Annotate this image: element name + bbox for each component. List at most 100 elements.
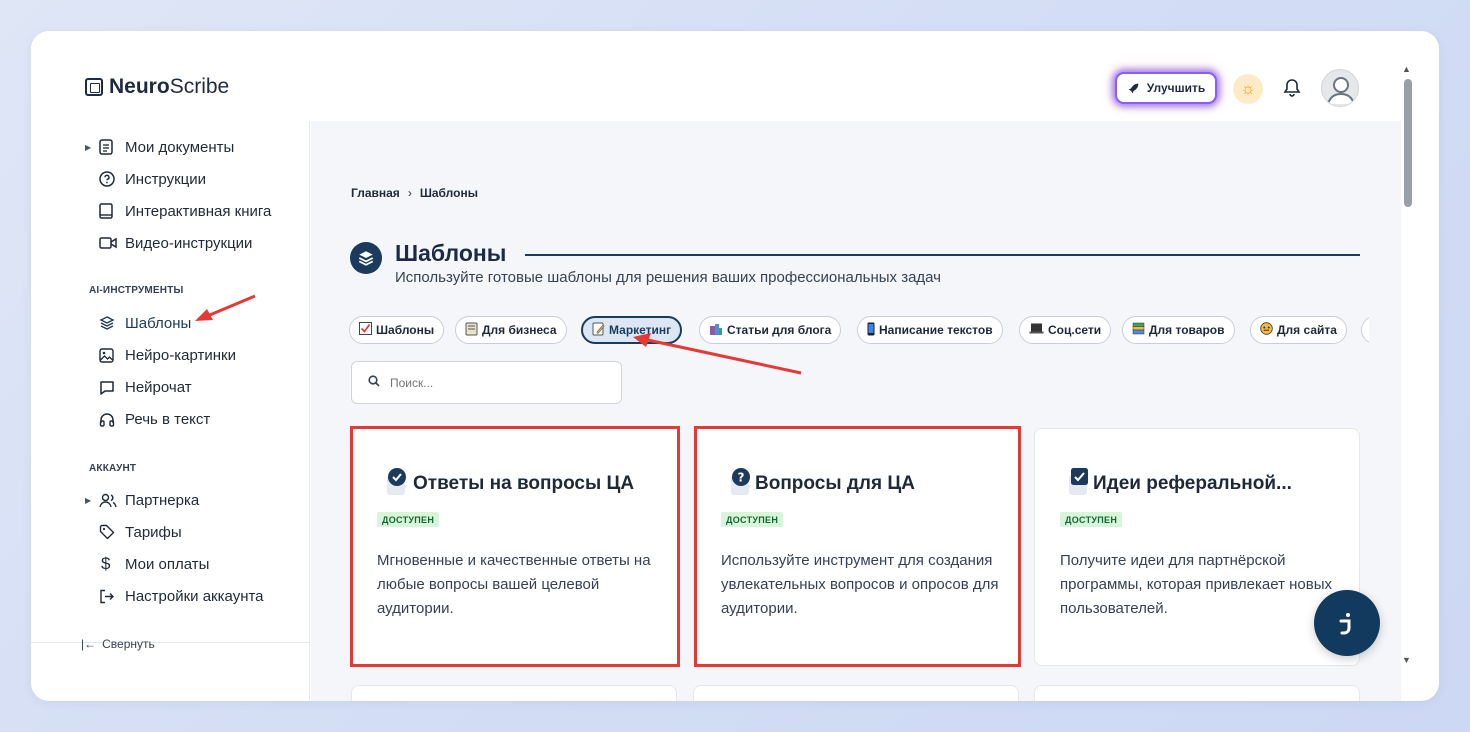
scroll-down-icon[interactable]: ▼: [1402, 655, 1411, 665]
chip-website[interactable]: Для сайта: [1250, 316, 1347, 344]
notifications-bell-icon[interactable]: [1279, 75, 1305, 101]
sidebar-item-label: Инструкции: [125, 170, 207, 188]
sidebar-item-partner[interactable]: ▶ Партнерка: [85, 488, 199, 512]
user-avatar[interactable]: [1321, 69, 1359, 107]
status-badge: ДОСТУПЕН: [1060, 512, 1123, 527]
check-badge-icon: [385, 467, 411, 495]
card-description: Используйте инструмент для создания увле…: [721, 552, 999, 617]
sidebar-item-label: Мои оплаты: [125, 555, 210, 573]
rocket-icon: [1128, 83, 1139, 93]
breadcrumb-home[interactable]: Главная: [351, 186, 400, 200]
top-bar: NeuroScribe Улучшить ☼: [31, 31, 1439, 121]
template-card[interactable]: Ответы на вопросы ЦА ДОСТУПЕН Мгновенные…: [350, 426, 680, 667]
sidebar-item-my-payments[interactable]: $ Мои оплаты: [97, 552, 209, 576]
logo[interactable]: NeuroScribe: [85, 75, 229, 99]
video-icon: [97, 233, 125, 253]
template-card[interactable]: [693, 685, 1019, 701]
sidebar-item-neuro-images[interactable]: Нейро-картинки: [97, 343, 236, 367]
sidebar: ▶ Мои документы Инструкции Интерактивная…: [31, 121, 310, 701]
sidebar-item-account-settings[interactable]: Настройки аккаунта: [97, 584, 264, 608]
chip-label: Для товаров: [1149, 323, 1225, 337]
sidebar-item-label: Нейро-картинки: [125, 346, 236, 364]
chip-more[interactable]: [1361, 316, 1369, 344]
annotation-arrow: [195, 294, 256, 321]
collapse-arrow-icon: |←: [81, 637, 97, 651]
search-icon: [368, 374, 380, 392]
template-card[interactable]: ? Вопросы для ЦА ДОСТУПЕН Используйте ин…: [694, 426, 1021, 667]
laptop-emoji-icon: [1029, 323, 1044, 337]
page-title: Шаблоны: [395, 240, 507, 266]
scrollbar-thumb[interactable]: [1404, 79, 1412, 207]
search-box[interactable]: [351, 361, 622, 404]
chat-widget-button[interactable]: [1314, 590, 1380, 656]
breadcrumb-current: Шаблоны: [419, 186, 478, 200]
books-emoji-icon: [1132, 322, 1145, 338]
chip-label: Для бизнеса: [482, 323, 557, 337]
checkbox-emoji-icon: [359, 322, 372, 338]
brand-rest: Scribe: [169, 75, 230, 98]
search-input[interactable]: [390, 375, 590, 390]
sidebar-item-instructions[interactable]: Инструкции: [97, 167, 206, 191]
help-circle-icon: [97, 169, 125, 189]
section-label-account: АККАУНТ: [89, 463, 137, 474]
template-card[interactable]: [1034, 685, 1360, 701]
document-icon: [97, 137, 125, 157]
checkbox-icon: [1067, 467, 1093, 495]
ledger-emoji-icon: [465, 322, 478, 339]
theme-toggle-sun-icon[interactable]: ☼: [1233, 74, 1263, 104]
chip-templates[interactable]: Шаблоны: [349, 316, 445, 344]
template-card[interactable]: Идеи реферальной... ДОСТУПЕН Получите ид…: [1034, 428, 1360, 666]
headphones-icon: [97, 409, 125, 429]
title-divider: [525, 254, 1360, 256]
sidebar-item-neurochat[interactable]: Нейрочат: [97, 375, 192, 399]
image-icon: [97, 345, 125, 365]
chip-label: Шаблоны: [376, 323, 435, 337]
users-icon: [97, 490, 125, 510]
collapse-label: Свернуть: [102, 637, 155, 651]
sidebar-divider: [31, 642, 310, 643]
chip-social[interactable]: Соц.сети: [1019, 316, 1112, 344]
sidebar-item-my-documents[interactable]: ▶ Мои документы: [85, 135, 234, 159]
scroll-up-icon[interactable]: ▲: [1402, 64, 1411, 74]
template-card[interactable]: [351, 685, 677, 701]
sidebar-item-label: Тарифы: [125, 523, 182, 541]
layers-badge-icon: [350, 242, 382, 274]
card-title: Ответы на вопросы ЦА: [413, 473, 635, 494]
sidebar-item-templates[interactable]: Шаблоны: [97, 311, 191, 335]
card-title: Вопросы для ЦА: [755, 473, 915, 494]
sidebar-item-interactive-book[interactable]: Интерактивная книга: [97, 199, 271, 223]
page-subtitle: Используйте готовые шаблоны для решения …: [395, 269, 941, 286]
brand-bold: Neuro: [109, 75, 170, 98]
layers-icon: [97, 313, 125, 333]
card-title: Идеи реферальной...: [1093, 473, 1292, 494]
upgrade-button[interactable]: Улучшить: [1115, 72, 1217, 104]
sidebar-item-label: Настройки аккаунта: [125, 587, 264, 605]
section-label-ai-tools: AI-ИНСТРУМЕНТЫ: [89, 285, 184, 296]
sidebar-item-video-instructions[interactable]: Видео-инструкции: [97, 231, 252, 255]
upgrade-label: Улучшить: [1146, 81, 1206, 95]
sidebar-item-tariffs[interactable]: Тарифы: [97, 520, 182, 544]
annotation-arrow: [633, 333, 802, 375]
status-badge: ДОСТУПЕН: [721, 512, 784, 527]
card-description: Мгновенные и качественные ответы на любы…: [377, 552, 651, 617]
chip-products[interactable]: Для товаров: [1122, 316, 1235, 344]
book-icon: [97, 201, 125, 221]
chat-widget-icon: [1339, 613, 1351, 635]
caret-right-icon[interactable]: ▶: [85, 496, 97, 505]
sidebar-item-label: Интерактивная книга: [125, 202, 272, 220]
card-description: Получите идеи для партнёрской программы,…: [1060, 552, 1333, 617]
memo-emoji-icon: [592, 322, 605, 339]
collapse-sidebar-button[interactable]: |← Свернуть: [81, 637, 155, 651]
chip-business[interactable]: Для бизнеса: [455, 316, 567, 344]
logo-icon: [85, 78, 103, 96]
caret-right-icon[interactable]: ▶: [85, 143, 97, 152]
svg-text:?: ?: [738, 471, 745, 485]
sidebar-item-label: Речь в текст: [125, 410, 211, 428]
main-content: Главная › Шаблоны Шаблоны Используйте го…: [311, 121, 1401, 701]
chip-label: Соц.сети: [1048, 323, 1102, 337]
status-badge: ДОСТУПЕН: [377, 512, 440, 527]
chip-copywriting[interactable]: Написание текстов: [857, 316, 1003, 344]
sidebar-item-label: Видео-инструкции: [125, 234, 253, 252]
sidebar-item-speech-to-text[interactable]: Речь в текст: [97, 407, 210, 431]
tag-icon: [97, 522, 125, 542]
